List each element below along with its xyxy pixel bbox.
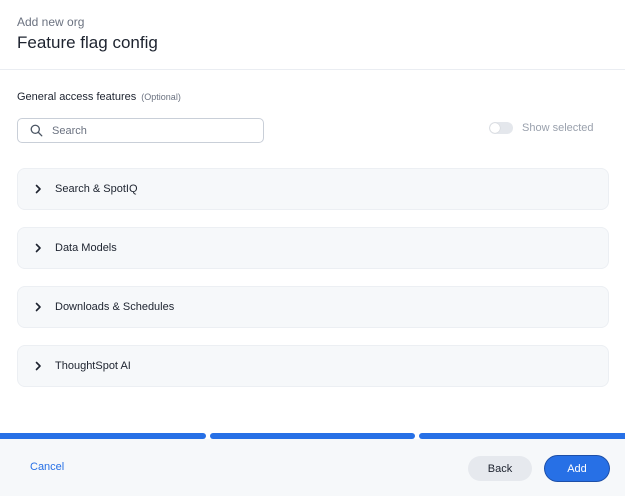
show-selected-toggle[interactable] [489, 122, 513, 134]
accordion-label: Search & SpotIQ [55, 183, 138, 195]
dialog-footer: Cancel Back Add [0, 439, 625, 496]
show-selected-control: Show selected [489, 122, 594, 134]
section-label-text: General access features [17, 91, 137, 103]
optional-tag: (Optional) [141, 92, 181, 102]
dialog-subtitle: Add new org [17, 15, 85, 29]
chevron-right-icon [35, 302, 41, 312]
accordion-thoughtspot-ai[interactable]: ThoughtSpot AI [17, 345, 609, 387]
chevron-right-icon [35, 184, 41, 194]
search-input[interactable] [52, 124, 252, 137]
toggle-knob [490, 123, 500, 133]
section-label: General access features (Optional) [17, 91, 181, 103]
cancel-button[interactable]: Cancel [30, 461, 64, 473]
accordion-label: Data Models [55, 242, 117, 254]
accordion-downloads-schedules[interactable]: Downloads & Schedules [17, 286, 609, 328]
chevron-right-icon [35, 243, 41, 253]
dialog-title: Feature flag config [17, 33, 158, 52]
show-selected-label: Show selected [522, 122, 594, 134]
search-box[interactable] [17, 118, 264, 143]
search-icon [30, 124, 43, 137]
chevron-right-icon [35, 361, 41, 371]
back-button[interactable]: Back [468, 456, 532, 481]
dialog-header: Add new org Feature flag config [0, 0, 625, 70]
add-button[interactable]: Add [545, 456, 609, 481]
accordion-search-spotiq[interactable]: Search & SpotIQ [17, 168, 609, 210]
accordion-label: Downloads & Schedules [55, 301, 175, 313]
accordion-data-models[interactable]: Data Models [17, 227, 609, 269]
accordion-label: ThoughtSpot AI [55, 360, 131, 372]
